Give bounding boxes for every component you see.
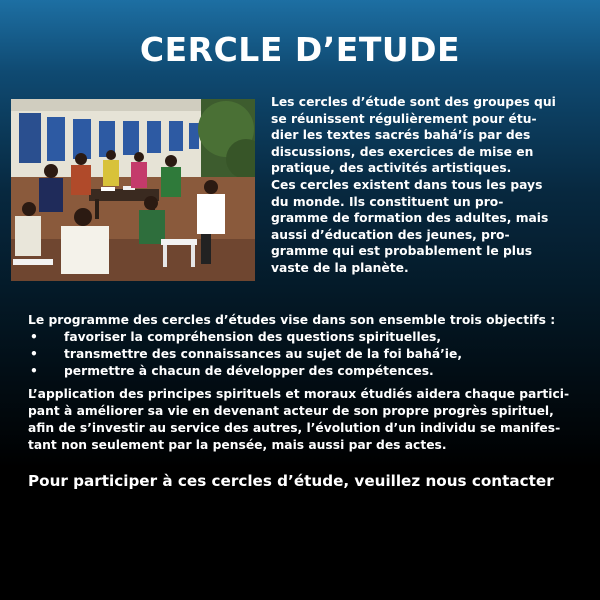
bullet-icon: • <box>30 347 38 361</box>
goal-text: transmettre des connaissances au sujet d… <box>64 347 463 361</box>
goals-section: Le programme des cercles d’études vise d… <box>28 312 588 380</box>
intro-line: gramme de formation des adultes, mais <box>271 211 549 226</box>
goal-text: permettre à chacun de développer des com… <box>64 364 434 378</box>
intro-line: du monde. Ils constituent un pro- <box>271 194 504 209</box>
page-title: CERCLE D’ETUDE <box>139 30 461 69</box>
contact-call-to-action: Pour participer à ces cercles d’étude, v… <box>28 472 554 490</box>
goal-item: • transmettre des connaissances au sujet… <box>28 346 588 363</box>
application-line: tant non seulement par la pensée, mais a… <box>28 438 447 452</box>
intro-line: aussi d’éducation des jeunes, pro- <box>271 227 510 242</box>
application-line: afin de s’investir au service des autres… <box>28 421 561 435</box>
goal-item: • favoriser la compréhension des questio… <box>28 329 588 346</box>
intro-line: vaste de la planète. <box>271 260 409 275</box>
bullet-icon: • <box>30 330 38 344</box>
intro-line: Ces cercles existent dans tous les pays <box>271 177 543 192</box>
intro-line: Les cercles d’étude sont des groupes qui <box>271 95 556 109</box>
intro-line: se réunissent régulièrement pour étu- <box>271 111 537 126</box>
bullet-icon: • <box>30 364 38 378</box>
intro-text: Les cercles d’étude sont des groupes qui… <box>271 94 571 277</box>
goals-list: • favoriser la compréhension des questio… <box>28 329 588 380</box>
application-text: L’application des principes spirituels e… <box>28 386 584 454</box>
application-line: pant à améliorer sa vie en devenant acte… <box>28 404 554 418</box>
intro-line: pratique, des activités artistiques. <box>271 161 512 176</box>
goal-item: • permettre à chacun de développer des c… <box>28 363 588 380</box>
intro-line: discussions, des exercices de mise en <box>271 144 534 159</box>
intro-line: dier les textes sacrés bahá’ís par des <box>271 128 531 143</box>
intro-line: gramme qui est probablement le plus <box>271 244 533 259</box>
goals-lead: Le programme des cercles d’études vise d… <box>28 313 556 327</box>
application-line: L’application des principes spirituels e… <box>28 387 570 401</box>
goal-text: favoriser la compréhension des questions… <box>64 330 442 344</box>
study-circle-photo <box>11 99 255 281</box>
